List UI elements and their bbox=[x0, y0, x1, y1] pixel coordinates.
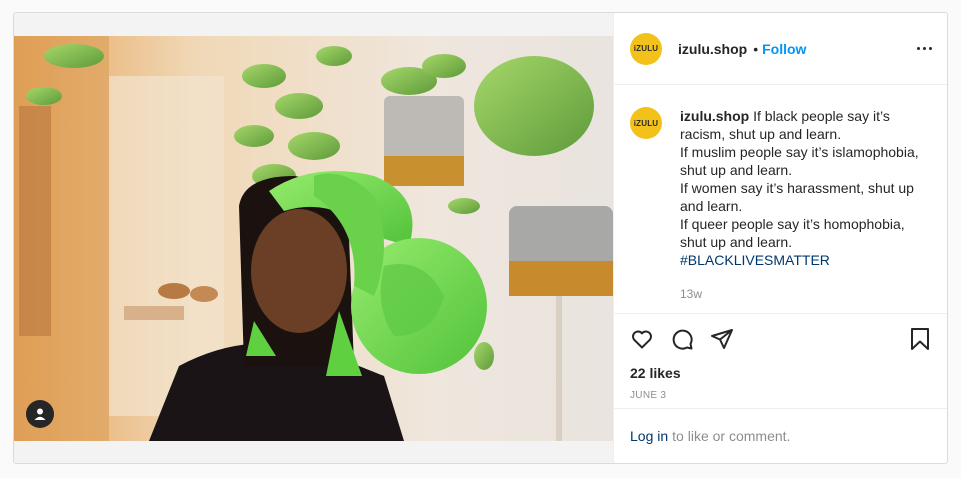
person-icon bbox=[34, 408, 46, 420]
caption-line-3: If women say it’s harassment, shut up an… bbox=[680, 180, 914, 214]
avatar-text: iZULU bbox=[633, 44, 659, 53]
caption-age[interactable]: 13w bbox=[680, 285, 932, 303]
avatar[interactable]: iZULU bbox=[630, 32, 662, 65]
instagram-post: iZULU izulu.shop • Follow iZULU izulu.sh… bbox=[13, 12, 948, 464]
post-caption: iZULU izulu.shop If black people say it’… bbox=[614, 85, 947, 314]
likes-count[interactable]: 22 likes bbox=[614, 364, 947, 384]
post-header: iZULU izulu.shop • Follow bbox=[614, 13, 947, 85]
login-link[interactable]: Log in bbox=[630, 428, 668, 444]
caption-username[interactable]: izulu.shop bbox=[680, 108, 749, 124]
heart-icon[interactable] bbox=[630, 327, 654, 351]
caption-avatar-text: iZULU bbox=[633, 118, 659, 128]
more-options-icon[interactable] bbox=[917, 43, 932, 54]
caption-hashtag[interactable]: #BLACKLIVESMATTER bbox=[680, 251, 932, 269]
post-photo[interactable] bbox=[14, 36, 613, 441]
post-date[interactable]: JUNE 3 bbox=[614, 390, 947, 410]
caption-line-4: If queer people say it’s homophobia, shu… bbox=[680, 216, 905, 250]
user-tag-button[interactable] bbox=[26, 400, 54, 428]
post-sidebar: iZULU izulu.shop • Follow iZULU izulu.sh… bbox=[613, 13, 947, 463]
share-icon[interactable] bbox=[710, 327, 734, 351]
login-text: to like or comment. bbox=[672, 428, 791, 444]
header-username[interactable]: izulu.shop bbox=[678, 41, 747, 57]
post-photo-image bbox=[14, 36, 613, 441]
login-prompt: Log in to like or comment. bbox=[614, 408, 947, 463]
bookmark-icon[interactable] bbox=[908, 327, 932, 351]
post-actions bbox=[614, 314, 947, 364]
caption-body: izulu.shop If black people say it’s raci… bbox=[680, 107, 932, 313]
post-media bbox=[14, 13, 613, 463]
follow-button[interactable]: Follow bbox=[762, 41, 806, 57]
caption-avatar[interactable]: iZULU bbox=[630, 107, 662, 139]
comment-icon[interactable] bbox=[670, 327, 694, 351]
separator-dot: • bbox=[753, 40, 759, 57]
caption-line-2: If muslim people say it’s islamophobia, … bbox=[680, 144, 919, 178]
